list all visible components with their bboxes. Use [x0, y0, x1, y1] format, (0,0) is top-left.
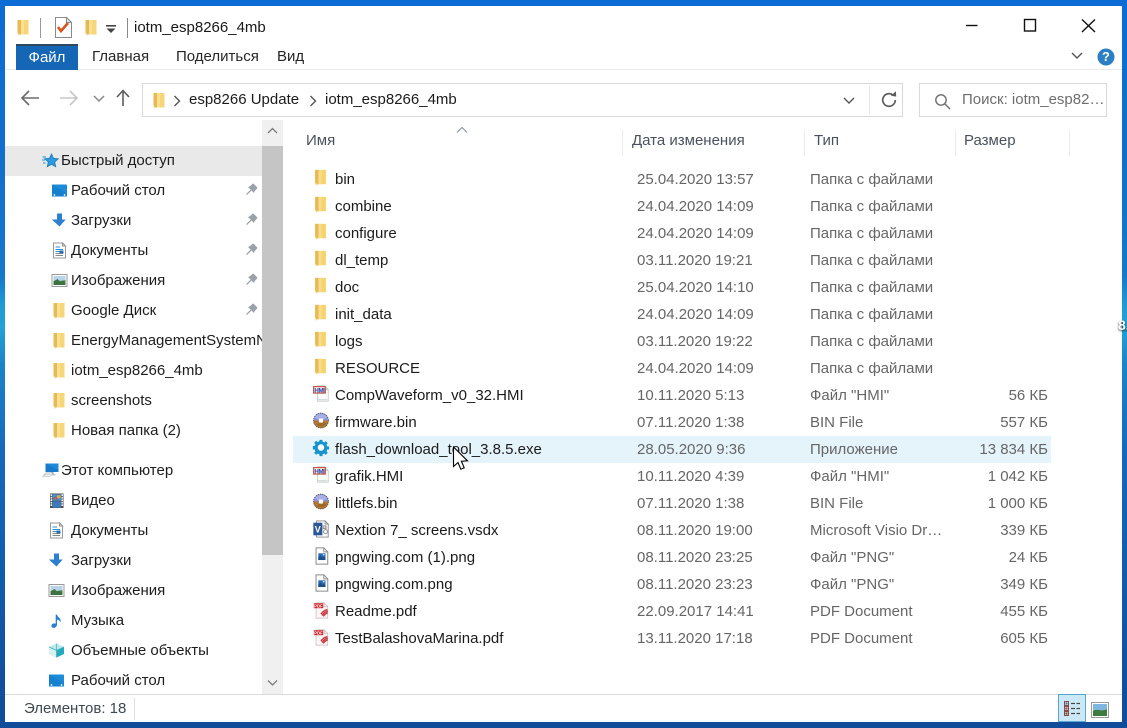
- svg-text:?: ?: [1102, 50, 1110, 64]
- svg-text:PDF: PDF: [314, 630, 323, 635]
- svg-text:V: V: [315, 524, 321, 534]
- svg-text:PDF: PDF: [314, 603, 323, 608]
- svg-text:HMI: HMI: [314, 468, 325, 475]
- svg-text:HMI: HMI: [314, 387, 325, 394]
